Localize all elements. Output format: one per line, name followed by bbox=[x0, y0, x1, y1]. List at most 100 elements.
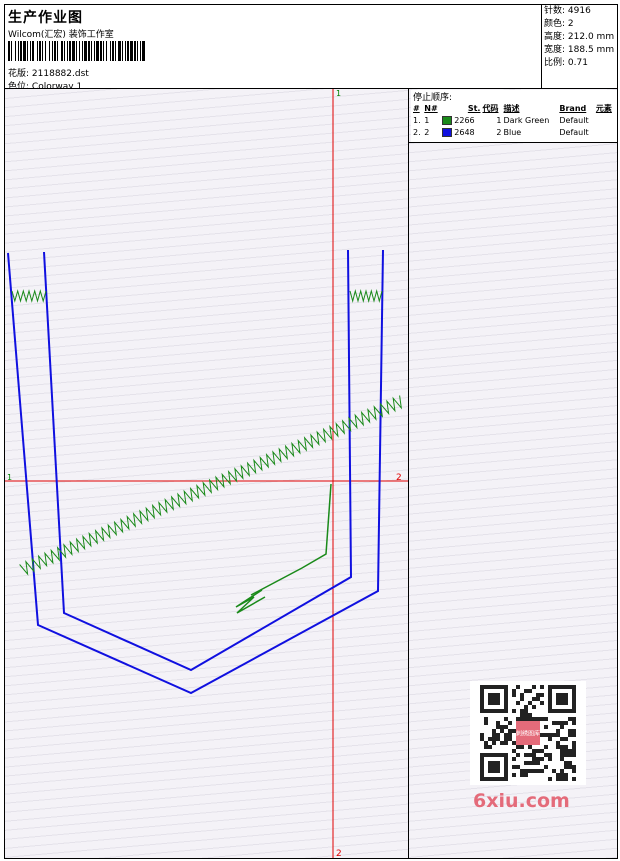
crosshair-right-label: 2 bbox=[396, 473, 402, 483]
qr-module bbox=[520, 769, 524, 773]
qr-module bbox=[512, 765, 516, 769]
qr-module bbox=[536, 697, 540, 701]
qr-module bbox=[556, 741, 560, 745]
qr-module bbox=[564, 737, 568, 741]
crosshair-bottom-label: 2 bbox=[336, 849, 342, 859]
qr-module bbox=[540, 769, 544, 773]
crosshair-left-label: 1 bbox=[7, 473, 12, 482]
qr-module bbox=[520, 717, 524, 721]
qr-module bbox=[536, 761, 540, 765]
qr-module bbox=[572, 729, 576, 733]
qr-module bbox=[560, 773, 564, 777]
qr-module bbox=[500, 725, 504, 729]
qr-module bbox=[500, 741, 504, 745]
qr-module bbox=[568, 729, 572, 733]
qr-module bbox=[508, 733, 512, 737]
qr-module bbox=[520, 773, 524, 777]
qr-module bbox=[508, 721, 512, 725]
qr-module bbox=[540, 693, 544, 697]
qr-module bbox=[556, 745, 560, 749]
qr-module bbox=[572, 765, 576, 769]
qr-module bbox=[532, 705, 536, 709]
qr-module bbox=[504, 741, 508, 745]
qr-module bbox=[532, 697, 536, 701]
qr-module bbox=[544, 717, 548, 721]
qr-module bbox=[480, 733, 484, 737]
qr-module bbox=[496, 721, 500, 725]
qr-module bbox=[544, 765, 548, 769]
qr-module bbox=[524, 709, 528, 713]
qr-module bbox=[528, 713, 532, 717]
qr-module bbox=[516, 717, 520, 721]
qr-module bbox=[520, 713, 524, 717]
qr-module bbox=[560, 777, 564, 781]
qr-module bbox=[488, 745, 492, 749]
qr-module bbox=[484, 721, 488, 725]
qr-module bbox=[560, 769, 564, 773]
qr-module bbox=[536, 769, 540, 773]
qr-module bbox=[512, 741, 516, 745]
qr-module bbox=[524, 753, 528, 757]
qr-module bbox=[520, 745, 524, 749]
qr-module bbox=[564, 753, 568, 757]
qr-module bbox=[544, 733, 548, 737]
outer-outline bbox=[7, 249, 384, 695]
qr-module bbox=[484, 741, 488, 745]
qr-module bbox=[532, 717, 536, 721]
qr-module bbox=[572, 749, 576, 753]
qr-module bbox=[556, 773, 560, 777]
qr-module bbox=[564, 749, 568, 753]
qr-module bbox=[564, 765, 568, 769]
qr-module bbox=[532, 757, 536, 761]
qr-module bbox=[496, 733, 500, 737]
qr-module bbox=[544, 753, 548, 757]
qr-module bbox=[572, 721, 576, 725]
qr-module bbox=[548, 777, 552, 781]
qr-module bbox=[528, 689, 532, 693]
inner-outline bbox=[43, 249, 353, 672]
qr-module bbox=[564, 777, 568, 781]
qr-module bbox=[568, 717, 572, 721]
qr-module bbox=[524, 773, 528, 777]
qr-module bbox=[528, 753, 532, 757]
diagonal-satin-stitch bbox=[19, 395, 403, 576]
qr-module bbox=[556, 733, 560, 737]
qr-module bbox=[496, 725, 500, 729]
qr-finder bbox=[488, 761, 500, 773]
qr-module bbox=[560, 749, 564, 753]
qr-module bbox=[536, 693, 540, 697]
qr-module bbox=[528, 701, 532, 705]
qr-module bbox=[560, 737, 564, 741]
qr-module bbox=[540, 733, 544, 737]
qr-module bbox=[536, 717, 540, 721]
qr-module bbox=[572, 717, 576, 721]
qr-module bbox=[556, 729, 560, 733]
qr-module bbox=[532, 753, 536, 757]
qr-module bbox=[512, 689, 516, 693]
qr-module bbox=[512, 773, 516, 777]
left-satin-stitch bbox=[11, 289, 47, 303]
qr-module bbox=[564, 745, 568, 749]
qr-module bbox=[536, 757, 540, 761]
qr-module bbox=[508, 737, 512, 741]
qr-module bbox=[556, 721, 560, 725]
qr-module bbox=[540, 749, 544, 753]
tack-stitch bbox=[235, 589, 266, 614]
qr-module bbox=[488, 737, 492, 741]
qr-module bbox=[504, 737, 508, 741]
qr-module bbox=[564, 761, 568, 765]
qr-module bbox=[512, 757, 516, 761]
qr-module bbox=[540, 701, 544, 705]
qr-module bbox=[560, 745, 564, 749]
qr-module bbox=[548, 753, 552, 757]
qr-module bbox=[504, 717, 508, 721]
qr-logo-text: 刺绣图库 bbox=[516, 729, 540, 737]
qr-module bbox=[524, 717, 528, 721]
qr-module bbox=[548, 737, 552, 741]
qr-module bbox=[500, 729, 504, 733]
crosshair-top-label: 1 bbox=[336, 89, 341, 98]
qr-module bbox=[560, 725, 564, 729]
qr-module bbox=[540, 717, 544, 721]
watermark: 6xiu.com bbox=[473, 790, 570, 812]
qr-module bbox=[520, 697, 524, 701]
